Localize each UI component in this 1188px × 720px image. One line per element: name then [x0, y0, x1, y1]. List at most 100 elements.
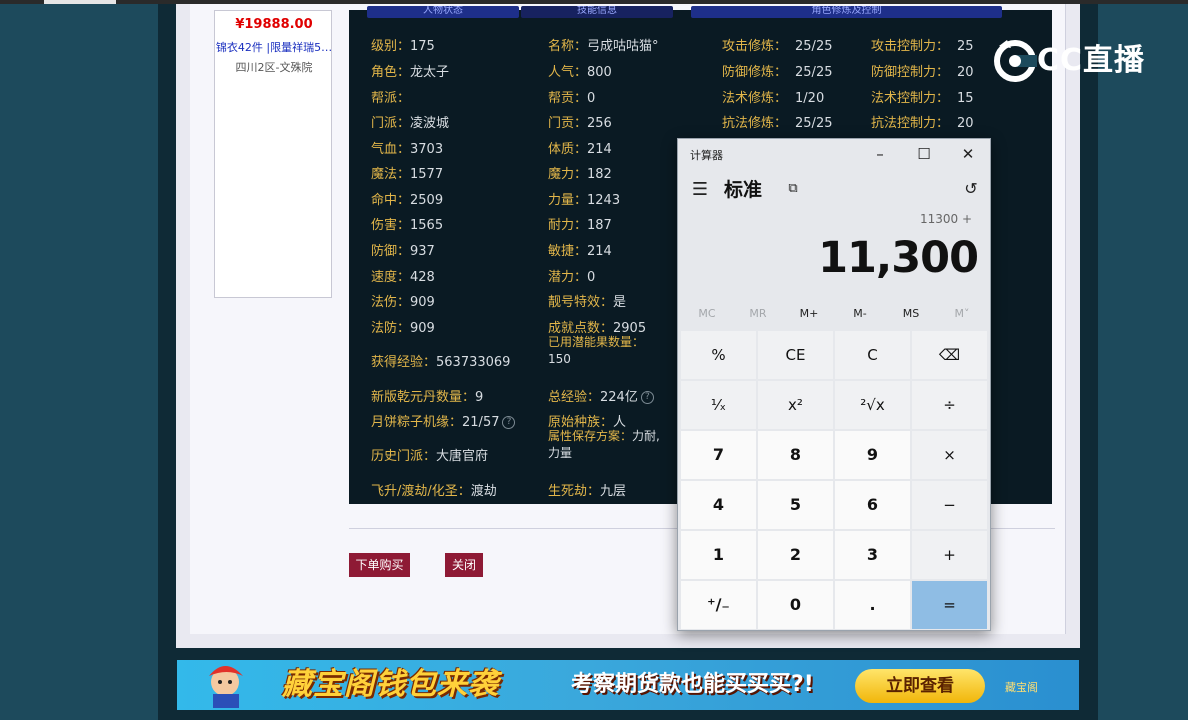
key-negate-button[interactable]: ⁺∕₋	[681, 581, 756, 629]
stat-value: 1565	[410, 218, 444, 233]
key-decimal-button[interactable]: .	[835, 581, 910, 629]
calculator-window[interactable]: 计算器 – ☐ ✕ ☰ 标准 ⧉ ↺ 11300 + 11,300 MC MR M+…	[677, 138, 991, 631]
stat-label: 耐力：	[548, 218, 588, 233]
calculator-titlebar[interactable]: 计算器 – ☐ ✕	[678, 139, 990, 171]
stat-col2-8: 敏捷：214	[548, 240, 612, 259]
help-icon[interactable]: ?	[640, 391, 654, 404]
stat-label: 防御：	[371, 244, 411, 259]
stat-value: 1577	[410, 167, 444, 182]
stat-label: 敏捷：	[548, 244, 588, 259]
stat-col2-10: 靓号特效：是	[548, 291, 626, 310]
key-square-root-button[interactable]: ²√x	[835, 381, 910, 429]
stat-col1-4: 气血：3703	[371, 138, 443, 157]
key-square-button[interactable]: x²	[758, 381, 833, 429]
key-reciprocal-button[interactable]: ¹⁄ₓ	[681, 381, 756, 429]
stat-value: 214	[587, 142, 612, 157]
memory-button-1[interactable]: MR	[733, 307, 783, 320]
stat-col2-12: 已用潜能果数量： 150	[548, 334, 663, 368]
stat-col2-4: 体质：214	[548, 138, 612, 157]
stat-col1-11: 法防：909	[371, 317, 435, 336]
stat-value: 弓成咕咕猫°	[587, 39, 659, 54]
key-add-button[interactable]: +	[912, 531, 987, 579]
minimize-button[interactable]: –	[858, 139, 902, 171]
stat-label: 帮贡：	[548, 91, 588, 106]
banner-cta-button[interactable]: 立即查看	[855, 669, 985, 703]
stat-value: 20	[957, 65, 974, 80]
key-multiply-button[interactable]: ×	[912, 431, 987, 479]
menu-icon[interactable]: ☰	[688, 179, 712, 203]
help-icon[interactable]: ?	[502, 416, 516, 429]
key-seven-button[interactable]: 7	[681, 431, 756, 479]
maximize-button[interactable]: ☐	[902, 139, 946, 171]
stat-value: 563733069	[436, 355, 511, 370]
banner-logo: 藏宝阁	[1005, 681, 1038, 694]
key-clear-entry-button[interactable]: CE	[758, 331, 833, 379]
key-five-button[interactable]: 5	[758, 481, 833, 529]
key-zero-button[interactable]: 0	[758, 581, 833, 629]
key-percent-button[interactable]: %	[681, 331, 756, 379]
stat-label: 攻击控制力：	[871, 39, 950, 54]
stat-label: 已用潜能果数量：	[548, 335, 645, 349]
history-icon[interactable]: ↺	[960, 179, 982, 201]
stat-value: 九层	[600, 484, 627, 499]
key-equals-button[interactable]: =	[912, 581, 987, 629]
tab-label: 技能信息	[577, 6, 617, 16]
stat-value: 214	[587, 244, 612, 259]
stat-value: 25/25	[795, 65, 833, 80]
key-nine-button[interactable]: 9	[835, 431, 910, 479]
stat-label: 法伤：	[371, 295, 411, 310]
stat-label: 总经验：	[548, 390, 601, 405]
key-backspace-button[interactable]: ⌫	[912, 331, 987, 379]
stat-col2-15: 属性保存方案：力耐,力量	[548, 428, 663, 462]
memory-button-0[interactable]: MC	[682, 307, 732, 320]
stat-label: 靓号特效：	[548, 295, 614, 310]
key-eight-button[interactable]: 8	[758, 431, 833, 479]
stat-value: 800	[587, 65, 612, 80]
memory-button-4[interactable]: MS	[886, 307, 936, 320]
stat-col4-2: 法术控制力： 15	[871, 87, 974, 106]
memory-button-3[interactable]: M-	[835, 307, 885, 320]
stat-col1-16: 飞升/渡劫/化圣：渡劫	[371, 480, 497, 499]
calculator-expression: 11300 +	[919, 212, 972, 226]
tab-skills[interactable]: 技能信息	[521, 6, 673, 18]
keep-on-top-icon[interactable]: ⧉	[784, 181, 802, 199]
product-card[interactable]: ¥19888.00 锦衣42件 |限量祥瑞5… 四川2区-文殊院	[214, 10, 332, 298]
browser-tab[interactable]	[44, 0, 116, 4]
buy-button[interactable]: 下单购买	[349, 553, 410, 577]
key-clear-button[interactable]: C	[835, 331, 910, 379]
calculator-mode-title: 标准	[724, 179, 763, 201]
product-description-link[interactable]: 锦衣42件 |限量祥瑞5…	[215, 39, 333, 55]
stat-col1-5: 魔法：1577	[371, 163, 443, 182]
key-six-button[interactable]: 6	[835, 481, 910, 529]
key-three-button[interactable]: 3	[835, 531, 910, 579]
stat-col1-3: 门派：凌波城	[371, 112, 449, 131]
key-subtract-button[interactable]: −	[912, 481, 987, 529]
ad-banner[interactable]: 藏宝阁钱包来袭 考察期货款也能买买买?! 立即查看 藏宝阁	[177, 660, 1079, 710]
stat-label: 魔法：	[371, 167, 411, 182]
memory-button-5[interactable]: M˅	[937, 307, 987, 320]
stat-value: 150	[548, 352, 571, 366]
stat-label: 属性保存方案：	[548, 429, 633, 443]
product-server: 四川2区-文殊院	[235, 61, 313, 74]
tab-cultivation[interactable]: 角色修炼及控制	[691, 6, 1002, 18]
stat-value: 175	[410, 39, 435, 54]
stat-value: 1/20	[795, 91, 825, 106]
tab-character-status[interactable]: 人物状态	[367, 6, 519, 18]
stat-col4-3: 抗法控制力： 20	[871, 112, 974, 131]
stat-col2-5: 魔力：182	[548, 163, 612, 182]
stat-col2-3: 门贡：256	[548, 112, 612, 131]
stat-label: 帮派：	[371, 91, 411, 106]
stat-value: 0	[587, 91, 596, 106]
close-button[interactable]: 关闭	[445, 553, 483, 577]
stat-label: 潜力：	[548, 270, 588, 285]
banner-subtitle: 考察期货款也能买买买?!	[571, 672, 814, 697]
key-four-button[interactable]: 4	[681, 481, 756, 529]
window-close-button[interactable]: ✕	[946, 139, 990, 171]
key-one-button[interactable]: 1	[681, 531, 756, 579]
stat-value: 龙太子	[410, 65, 450, 80]
key-two-button[interactable]: 2	[758, 531, 833, 579]
stat-label: 体质：	[548, 142, 588, 157]
key-divide-button[interactable]: ÷	[912, 381, 987, 429]
stat-label: 抗法控制力：	[871, 116, 950, 131]
memory-button-2[interactable]: M+	[784, 307, 834, 320]
